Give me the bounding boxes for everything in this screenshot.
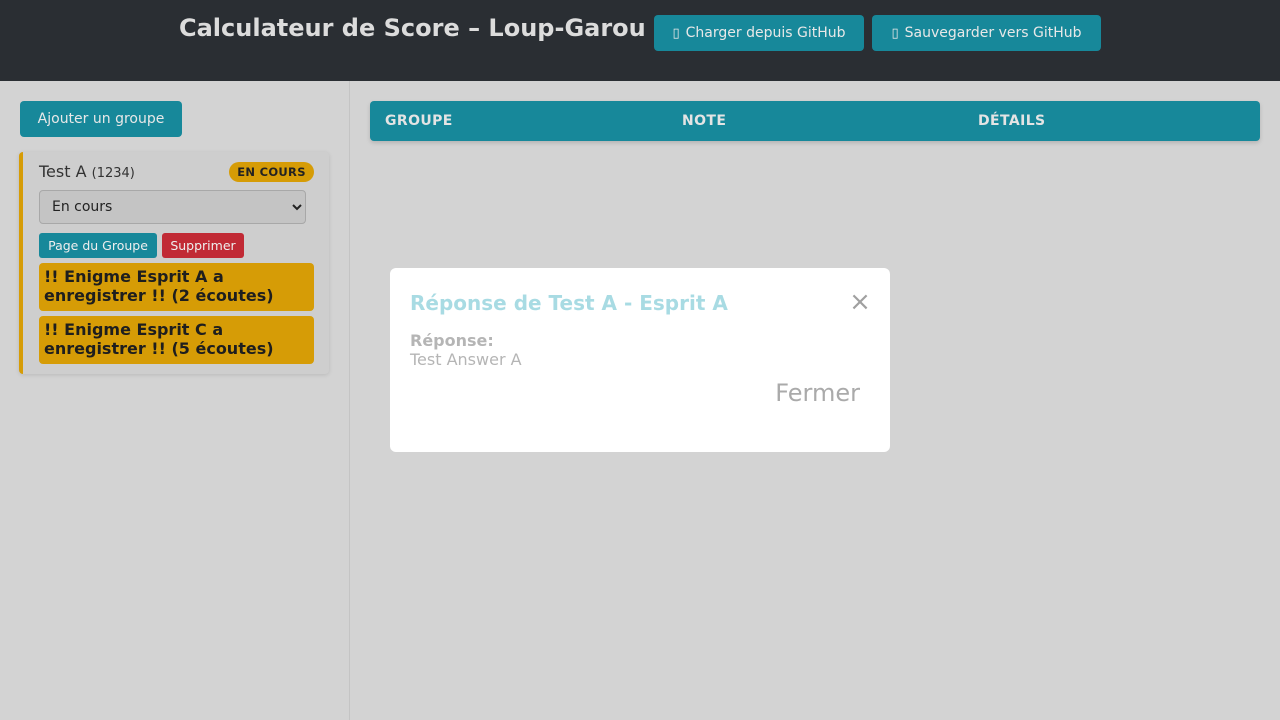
answer-label: Réponse: (410, 331, 494, 350)
load-from-github-label: Charger depuis GitHub (685, 25, 846, 41)
delete-group-button[interactable]: Supprimer (162, 233, 244, 258)
modal-title: Réponse de Test A - Esprit A (410, 291, 728, 315)
load-from-github-button[interactable]: ▯ Charger depuis GitHub (654, 15, 864, 51)
group-name: Test A (39, 162, 87, 181)
group-code: (1234) (91, 166, 135, 181)
close-modal-button[interactable]: Fermer (760, 376, 860, 410)
app-title: Calculateur de Score – Loup-Garou (179, 14, 646, 42)
group-name-line: Test A (1234) (39, 162, 135, 181)
github-icon: ▯ (672, 25, 680, 41)
save-to-github-button[interactable]: ▯ Sauvegarder vers GitHub (872, 15, 1101, 51)
add-group-button[interactable]: Ajouter un groupe (20, 101, 182, 137)
top-navbar: Calculateur de Score – Loup-Garou ▯ Char… (0, 0, 1280, 81)
enigma-alert: !! Enigme Esprit C a enregistrer !! (5 é… (39, 316, 314, 364)
column-header-details[interactable]: DÉTAILS (978, 113, 1046, 129)
column-header-note[interactable]: NOTE (682, 113, 726, 129)
group-status-select[interactable]: En cours (39, 190, 306, 224)
column-header-groupe[interactable]: GROUPE (385, 113, 453, 129)
answer-value: Test Answer A (410, 350, 522, 369)
group-card: Test A (1234) EN COURS En cours Page du … (19, 152, 329, 374)
enigma-alert: !! Enigme Esprit A a enregistrer !! (2 é… (39, 263, 314, 311)
close-icon[interactable]: × (848, 289, 872, 315)
answer-modal: Réponse de Test A - Esprit A × Réponse: … (390, 268, 890, 452)
sidebar: Ajouter un groupe Test A (1234) EN COURS… (0, 81, 350, 720)
github-icon: ▯ (891, 25, 899, 41)
group-page-button[interactable]: Page du Groupe (39, 233, 157, 258)
scores-table-header: GROUPE NOTE DÉTAILS (370, 101, 1260, 141)
save-to-github-label: Sauvegarder vers GitHub (904, 25, 1082, 41)
status-badge: EN COURS (229, 162, 314, 182)
